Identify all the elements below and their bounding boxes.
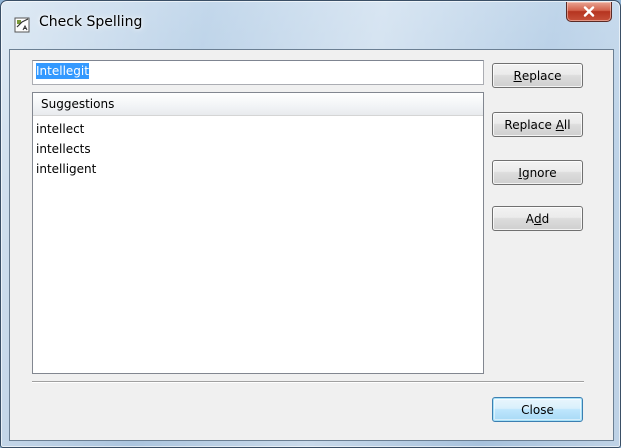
close-button[interactable]: Close	[492, 397, 583, 422]
footer-separator	[32, 381, 584, 383]
suggestions-column-header[interactable]: Suggestions	[33, 93, 483, 116]
suggestions-items: intellect intellects intelligent	[35, 119, 481, 179]
suggestion-item[interactable]: intellect	[35, 119, 481, 139]
check-spelling-window: Check Spelling Intellegit Suggestions in…	[0, 0, 621, 448]
add-label-post: d	[541, 211, 550, 226]
selected-word-text: Intellegit	[36, 63, 89, 79]
suggestion-item[interactable]: intelligent	[35, 159, 481, 179]
add-button[interactable]: Add	[492, 206, 583, 231]
suggestion-item[interactable]: intellects	[35, 139, 481, 159]
ignore-button[interactable]: Ignore	[492, 160, 583, 185]
misspelled-word-input[interactable]: Intellegit	[32, 60, 484, 85]
replace-access-key: R	[513, 68, 522, 83]
window-title: Check Spelling	[39, 14, 143, 30]
replace-all-access-key: A	[555, 117, 564, 132]
replace-all-label-post: ll	[563, 117, 571, 132]
replace-all-button[interactable]: Replace All	[492, 112, 583, 137]
add-label-pre: A	[525, 211, 534, 226]
close-window-button[interactable]	[566, 2, 612, 22]
add-access-key: d	[533, 211, 542, 226]
ignore-label-post: gnore	[521, 165, 557, 180]
close-icon	[583, 2, 595, 21]
replace-label-post: eplace	[521, 68, 562, 83]
replace-all-label-pre: Replace	[504, 117, 556, 132]
replace-button[interactable]: Replace	[492, 63, 583, 88]
dialog-client-area: Intellegit Suggestions intellect intelle…	[9, 49, 614, 441]
suggestions-list[interactable]: Suggestions intellect intellects intelli…	[32, 92, 484, 374]
spell-check-icon	[14, 16, 32, 34]
